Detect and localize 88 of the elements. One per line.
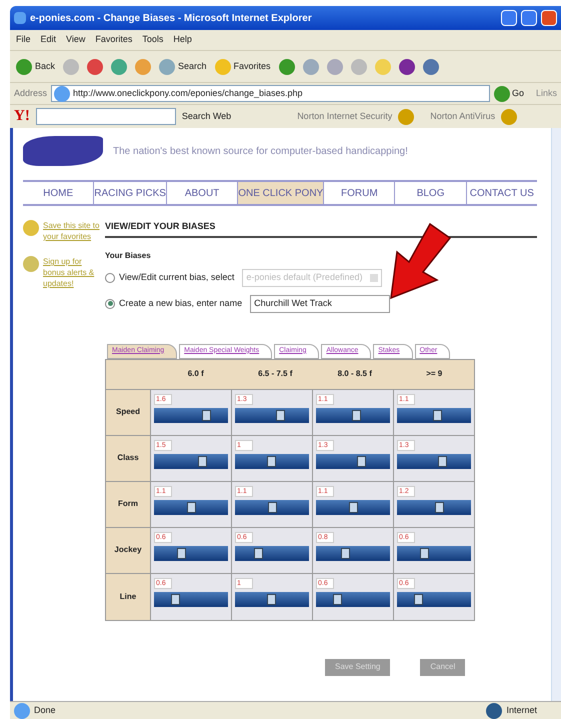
menu-item[interactable]: Tools: [142, 33, 164, 47]
minimize-button[interactable]: [501, 10, 517, 26]
antivirus-button[interactable]: Norton AntiVirus: [430, 110, 496, 124]
favorites-button[interactable]: Favorites: [214, 58, 271, 74]
slider-thumb[interactable]: [187, 502, 196, 512]
yahoo-search-field[interactable]: [36, 108, 176, 125]
nav-tab[interactable]: RACING PICKS: [94, 182, 167, 204]
search-button[interactable]: Search: [159, 58, 207, 74]
slider-thumb[interactable]: [340, 548, 350, 558]
slider-track[interactable]: [316, 500, 390, 514]
slider-track[interactable]: [154, 592, 228, 606]
nav-tab[interactable]: FORUM: [324, 182, 396, 204]
nav-tab[interactable]: CONTACT US: [466, 182, 537, 204]
slider-track[interactable]: [316, 454, 390, 468]
sidebar-link[interactable]: Save this site to your favorites: [43, 220, 105, 242]
nav-tab[interactable]: BLOG: [395, 182, 467, 204]
maximize-button[interactable]: [521, 10, 537, 26]
column-header: 6.0 f: [186, 368, 205, 380]
slider-thumb[interactable]: [171, 594, 180, 604]
slider-track[interactable]: [235, 500, 309, 514]
slider-track[interactable]: [397, 592, 471, 606]
slider-thumb[interactable]: [438, 456, 447, 466]
status-text: Done: [34, 704, 57, 717]
nav-tab[interactable]: ONE CLICK PONY: [238, 182, 324, 204]
nav-tab[interactable]: HOME: [23, 182, 94, 204]
row-header: Jockey: [106, 528, 151, 572]
slider-thumb[interactable]: [333, 594, 342, 604]
slider-thumb[interactable]: [432, 410, 442, 420]
slider-track[interactable]: [154, 454, 228, 468]
slider-thumb[interactable]: [268, 502, 278, 512]
slider-track[interactable]: [154, 408, 228, 422]
option-label: View/Edit current bias, select: [119, 270, 234, 284]
menu-item[interactable]: Help: [173, 33, 192, 47]
close-button[interactable]: [541, 10, 557, 26]
slider-track[interactable]: [235, 454, 309, 468]
row-header: Line: [106, 574, 151, 620]
slider-thumb[interactable]: [352, 410, 361, 420]
slider-track[interactable]: [397, 454, 471, 468]
radio-button[interactable]: [105, 272, 115, 282]
slider-track[interactable]: [154, 546, 228, 560]
slider-track[interactable]: [316, 546, 390, 560]
menu-item[interactable]: View: [66, 33, 86, 47]
slider-track[interactable]: [235, 408, 309, 422]
window-title: e-ponies.com - Change Biases - Microsoft Internet Explorer: [30, 12, 313, 26]
row-header: Form: [106, 482, 151, 526]
slider-thumb[interactable]: [420, 548, 430, 558]
slider-thumb[interactable]: [434, 502, 444, 512]
sidebar-link[interactable]: Sign up for bonus alerts & updates!: [43, 256, 105, 289]
security-button[interactable]: Norton Internet Security: [297, 110, 392, 124]
slider-thumb[interactable]: [202, 410, 212, 420]
slider-track[interactable]: [397, 500, 471, 514]
slider-track[interactable]: [397, 408, 471, 422]
menu-item[interactable]: File: [16, 33, 31, 47]
zone-label: Internet: [506, 704, 538, 717]
slider-thumb[interactable]: [267, 594, 276, 604]
slider-track[interactable]: [397, 546, 471, 560]
site-tagline: The nation's best known source for computer-based handicapping!: [113, 144, 408, 158]
back-button[interactable]: Back: [16, 58, 56, 74]
row-header: Class: [106, 436, 151, 480]
column-header: 6.5 - 7.5 f: [257, 368, 294, 380]
row-header: Speed: [106, 390, 151, 434]
slider-thumb[interactable]: [267, 456, 276, 466]
slider-thumb[interactable]: [414, 594, 424, 604]
yahoo-logo: Y!: [14, 107, 30, 126]
go-button[interactable]: Go: [494, 86, 524, 102]
slider-thumb[interactable]: [198, 456, 207, 466]
links-label[interactable]: Links: [528, 86, 557, 100]
address-field[interactable]: http://www.oneclickpony.com/eponies/change_biases.php: [51, 85, 490, 102]
slider-track[interactable]: [235, 546, 309, 560]
option-label: Create a new bias, enter name: [119, 296, 242, 310]
search-web-button[interactable]: Search Web: [182, 110, 232, 124]
address-label: Address: [14, 86, 48, 100]
column-header: >= 9: [425, 368, 444, 380]
slider-track[interactable]: [154, 500, 228, 514]
bias-name-input[interactable]: Churchill Wet Track: [250, 294, 390, 312]
slider-track[interactable]: [235, 592, 309, 606]
slider-thumb[interactable]: [276, 410, 285, 420]
slider-thumb[interactable]: [254, 548, 263, 558]
slider-track[interactable]: [316, 592, 390, 606]
column-header: 8.0 - 8.5 f: [336, 368, 373, 380]
menu-item[interactable]: Edit: [40, 33, 56, 47]
biases-label: Your Biases: [105, 250, 152, 262]
menu-item[interactable]: Favorites: [95, 33, 132, 47]
slider-thumb[interactable]: [349, 502, 358, 512]
radio-button[interactable]: [105, 298, 115, 308]
slider-thumb[interactable]: [356, 456, 366, 466]
slider-thumb[interactable]: [177, 548, 186, 558]
slider-track[interactable]: [316, 408, 390, 422]
